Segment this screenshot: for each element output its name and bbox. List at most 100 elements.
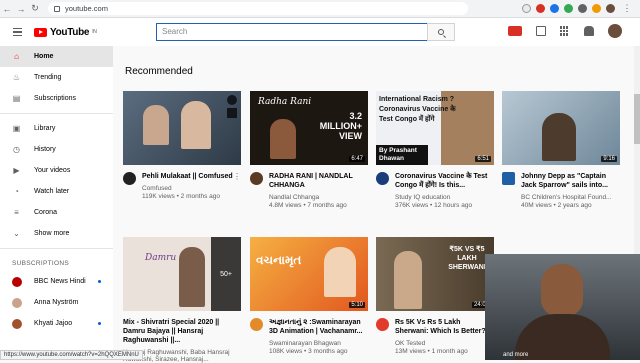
channel-avatar[interactable] xyxy=(376,318,389,331)
play-square-icon: ▶ xyxy=(13,166,20,175)
notifications-bell-icon[interactable] xyxy=(584,26,594,36)
extension-icon[interactable] xyxy=(564,4,573,13)
more-actions-icon[interactable]: ⋮ xyxy=(233,172,241,181)
video-thumbnail[interactable] xyxy=(123,91,241,165)
video-card[interactable]: Radha Rani 3.2 MILLION+ VIEW 6:47 RADHA … xyxy=(250,91,368,209)
youtube-play-logo-icon xyxy=(34,27,47,37)
channel-name[interactable]: BC Children's Hospital Found... xyxy=(521,194,620,201)
create-video-icon[interactable] xyxy=(536,26,546,36)
video-title[interactable]: અજ્ઞાનતાનું ૨ :Swaminarayan 3D Animation… xyxy=(269,318,368,336)
profile-icon[interactable] xyxy=(606,4,615,13)
sidebar-item-trending[interactable]: ♨ Trending xyxy=(0,67,113,88)
sidebar-item-label: Your videos xyxy=(34,167,71,174)
subscriptions-heading: SUBSCRIPTIONS xyxy=(12,260,69,267)
sidebar-item-corona[interactable]: ≡ Corona xyxy=(0,202,113,223)
menu-dots-icon[interactable]: ⋮ xyxy=(620,3,634,14)
back-icon[interactable]: ← xyxy=(0,4,14,14)
channel-name[interactable]: Swaminarayan Bhagwan xyxy=(269,340,368,347)
video-thumbnail[interactable]: Radha Rani 3.2 MILLION+ VIEW 6:47 xyxy=(250,91,368,165)
sidebar-item-show-more[interactable]: ⌄ Show more xyxy=(0,223,113,244)
video-card[interactable]: 9:16 Johnny Depp as "Captain Jack Sparro… xyxy=(502,91,620,209)
account-avatar[interactable] xyxy=(608,24,622,38)
sidebar-item-label: Watch later xyxy=(34,188,70,195)
channel-avatar[interactable] xyxy=(250,318,263,331)
sidebar-item-home[interactable]: ⌂ Home xyxy=(0,46,113,67)
add-to-queue-icon[interactable] xyxy=(227,108,237,118)
channel-avatar[interactable] xyxy=(502,172,515,185)
channel-name[interactable]: Comfused xyxy=(142,185,241,192)
video-title[interactable]: Johnny Depp as "Captain Jack Sparrow" sa… xyxy=(521,172,620,190)
duration-badge: 6:51 xyxy=(475,156,491,162)
sidebar-item-your-videos[interactable]: ▶ Your videos xyxy=(0,160,113,181)
playlist-count-overlay: 50+ xyxy=(211,237,241,311)
extension-icon[interactable] xyxy=(578,4,587,13)
channel-avatar[interactable] xyxy=(376,172,389,185)
youtube-logo[interactable]: YouTube IN xyxy=(34,27,97,38)
divider xyxy=(0,113,113,114)
video-card[interactable]: International Racism ? Coronavirus Vacci… xyxy=(376,91,494,209)
extension-icon[interactable] xyxy=(550,4,559,13)
channel-avatar xyxy=(12,297,22,308)
subscription-channel[interactable]: Anna Nyström xyxy=(0,292,113,313)
hamburger-menu-icon[interactable] xyxy=(0,27,34,37)
video-title[interactable]: Pehli Mulakaat || Comfused xyxy=(142,172,241,181)
masthead-actions xyxy=(508,24,622,38)
sidebar-item-library[interactable]: ▣ Library xyxy=(0,118,113,139)
sidebar-item-watch-later[interactable]: ◔ Watch later xyxy=(0,181,113,202)
video-title[interactable]: Coronavirus Vaccine के Test Congo में हो… xyxy=(395,172,494,190)
sidebar-item-subscriptions[interactable]: ▤ Subscriptions xyxy=(0,88,113,109)
thumbnail-text: Damru xyxy=(145,253,177,263)
video-card[interactable]: ₹5K VS ₹5 LAKH SHERWANI 24:06 Rs 5K Vs R… xyxy=(376,237,494,355)
search-button[interactable] xyxy=(427,23,455,41)
video-card[interactable]: વચનામૃત 5:10 અજ્ઞાનતાનું ૨ :Swaminarayan… xyxy=(250,237,368,355)
browser-toolbar: ← → ↻ youtube.com ⋮ xyxy=(0,0,640,18)
video-thumbnail[interactable]: International Racism ? Coronavirus Vacci… xyxy=(376,91,494,165)
new-content-dot xyxy=(98,280,101,283)
forward-icon[interactable]: → xyxy=(14,4,28,14)
video-title[interactable]: Mix - Shivratri Special 2020 || Damru Ba… xyxy=(123,318,241,345)
extension-icon[interactable] xyxy=(536,4,545,13)
watch-later-icon[interactable] xyxy=(227,95,237,105)
sidebar-item-label: Subscriptions xyxy=(34,95,77,102)
channel-avatar[interactable] xyxy=(123,172,136,185)
video-thumbnail[interactable]: ₹5K VS ₹5 LAKH SHERWANI 24:06 xyxy=(376,237,494,311)
channel-avatar xyxy=(12,318,22,329)
divider xyxy=(0,248,113,249)
history-icon: ◷ xyxy=(13,145,20,154)
channel-name[interactable]: OK Tested xyxy=(395,340,494,347)
address-bar[interactable]: youtube.com xyxy=(48,2,468,15)
reload-icon[interactable]: ↻ xyxy=(28,3,42,14)
subscription-channel[interactable]: BBC News Hindi xyxy=(0,271,113,292)
thumbnail-text: વચનામૃત xyxy=(256,253,302,267)
webcam-caption: and more xyxy=(503,352,529,358)
sidebar-item-history[interactable]: ◷ History xyxy=(0,139,113,160)
video-thumbnail[interactable]: Damru 50+ xyxy=(123,237,241,311)
video-thumbnail[interactable]: 9:16 xyxy=(502,91,620,165)
star-icon[interactable] xyxy=(522,4,531,13)
video-stats: 13M views • 1 month ago xyxy=(395,348,468,355)
extension-badge-icon[interactable] xyxy=(508,26,522,36)
video-card[interactable]: Damru 50+ Mix - Shivratri Special 2020 |… xyxy=(123,237,241,363)
video-title[interactable]: Rs 5K Vs Rs 5 Lakh Sherwani: Which Is Be… xyxy=(395,318,494,336)
thumbnail-text: International Racism ? Coronavirus Vacci… xyxy=(379,96,456,123)
video-card[interactable]: Pehli Mulakaat || Comfused Comfused 119K… xyxy=(123,91,241,200)
extension-icon[interactable] xyxy=(592,4,601,13)
video-stats: 376K views • 12 hours ago xyxy=(395,202,473,209)
channel-name[interactable]: Study IQ education xyxy=(395,194,494,201)
channel-avatar[interactable] xyxy=(250,172,263,185)
search-input[interactable]: Search xyxy=(156,23,428,41)
channel-name[interactable]: Nandlal Chhanga xyxy=(269,194,368,201)
video-thumbnail[interactable]: વચનામૃત 5:10 xyxy=(250,237,368,311)
webcam-overlay: and more xyxy=(485,254,640,360)
duration-badge: 6:47 xyxy=(349,156,365,162)
scrollbar-thumb[interactable] xyxy=(634,94,640,144)
duration-badge: 5:10 xyxy=(349,302,365,308)
video-title[interactable]: RADHA RANI | NANDLAL CHHANGA xyxy=(269,172,368,190)
video-stats: 119K views • 2 months ago xyxy=(142,193,221,200)
subscription-label: Anna Nyström xyxy=(34,299,79,306)
apps-grid-icon[interactable] xyxy=(560,26,570,36)
logo-text: YouTube xyxy=(50,26,90,38)
subscription-channel[interactable]: Khyati Jajoo xyxy=(0,313,113,334)
sidebar-item-label: Library xyxy=(34,125,56,132)
video-stats: 108K views • 3 months ago xyxy=(269,348,348,355)
